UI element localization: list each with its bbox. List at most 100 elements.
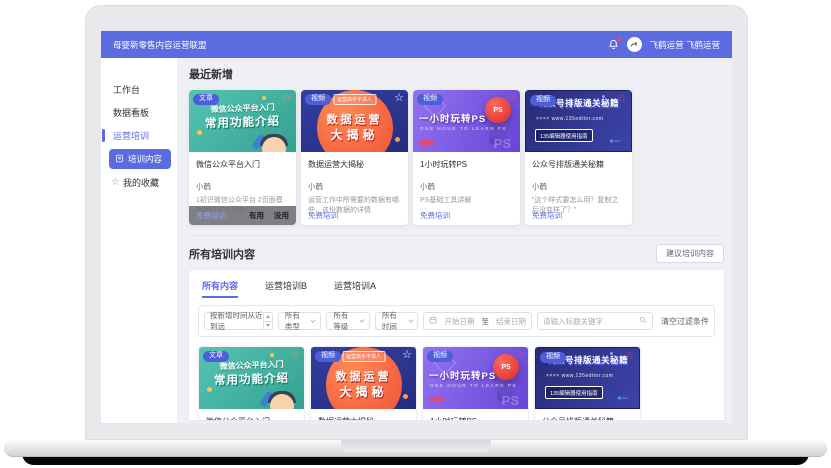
cover-subtitle: 常用功能介绍	[199, 369, 304, 389]
chevron-down-icon	[360, 318, 365, 323]
course-cover: 视频 ☆ 运营高手不求人 数据运营 大揭秘	[311, 347, 416, 409]
favorite-star-icon[interactable]: ☆	[290, 348, 300, 362]
level-select[interactable]: 所有等级	[326, 312, 370, 330]
time-select-value: 所有时间	[382, 310, 402, 332]
sort-spinner[interactable]	[263, 313, 272, 329]
notification-bell-icon[interactable]	[608, 39, 619, 50]
active-indicator	[102, 129, 105, 142]
laptop-mockup: 母婴新零售内容运营联盟 飞鹤运营 飞鹤运营	[0, 0, 831, 468]
tab-training-b[interactable]: 运营培训B	[265, 279, 307, 298]
tab-training-a[interactable]: 运营培训A	[334, 279, 376, 298]
favorite-star-icon[interactable]: ☆	[506, 91, 516, 105]
card-footer-overlay: 免费培训 有用 没用	[189, 206, 296, 225]
course-author: 小鹤	[196, 181, 289, 192]
clear-filters-link[interactable]: 清空过滤条件	[661, 316, 709, 327]
card-body: 1小时玩转PS	[423, 409, 528, 420]
cover-watermark: PS	[502, 393, 519, 408]
training-content-icon	[115, 154, 124, 165]
deco-tag	[429, 397, 444, 402]
user-name[interactable]: 飞鹤运营 飞鹤运营	[650, 39, 720, 51]
course-card[interactable]: 视频 ☆ 运营高手不求人 数据运营 大揭秘	[310, 346, 417, 420]
cover-subtitle: ONE HOUR TO LEARN PS	[430, 383, 517, 388]
course-cover: 视频 ☆ 公众号排版通关秘籍 ×××× www.135editor.com 13…	[525, 90, 632, 152]
cover-title: 数据运营	[311, 368, 416, 384]
card-body: 公众号排版通关秘籍	[535, 409, 640, 420]
sidebar-item-dashboard[interactable]: 数据看板	[101, 101, 177, 124]
course-title: 微信公众平台入门	[196, 159, 289, 170]
favorite-star-icon[interactable]: ☆	[402, 348, 412, 362]
cover-ribbon: 运营高手不求人	[333, 94, 376, 105]
tab-all-content[interactable]: 所有内容	[202, 279, 238, 298]
course-cover: 文章 ☆ 微信公众平台入门 常用功能介绍	[189, 90, 296, 152]
sidebar-item-workbench[interactable]: 工作台	[101, 78, 177, 101]
type-badge: 视频	[315, 351, 341, 362]
sort-select[interactable]: 按新增时间从近到远	[204, 312, 273, 330]
cover-ribbon: 运营高手不求人	[342, 351, 385, 362]
cover-subtitle: 常用功能介绍	[189, 112, 296, 132]
section-divider	[189, 235, 724, 236]
all-section-header: 所有培训内容 建议培训内容	[189, 244, 724, 263]
spinner-up-icon[interactable]	[266, 315, 270, 318]
course-cover: 视频 ☆ 运营高手不求人 数据运营 大揭秘	[301, 90, 408, 152]
course-card[interactable]: 视频 ☆ PS 一小时玩转PS ONE HOUR TO LEARN PS PS	[413, 90, 520, 225]
avatar[interactable]	[627, 37, 642, 52]
course-card[interactable]: 视频 ☆ PS 一小时玩转PS ONE HOUR TO LEARN PS PS	[422, 346, 529, 420]
deco-tag	[419, 140, 434, 145]
search-input[interactable]	[543, 317, 639, 326]
time-select[interactable]: 所有时间	[375, 312, 419, 330]
course-card[interactable]: 文章 ☆ 微信公众平台入门 常用功能介绍	[189, 90, 296, 225]
sidebar-item-training[interactable]: 运营培训	[101, 124, 177, 147]
app-title: 母婴新零售内容运营联盟	[113, 39, 207, 51]
deco-dot	[262, 96, 266, 100]
tab-bar: 所有内容 运营培训B 运营培训A	[198, 279, 715, 298]
course-card[interactable]: 视频 ☆ 公众号排版通关秘籍 ×××× www.135editor.com 13…	[534, 346, 641, 420]
course-title: 公众号排版通关秘籍	[532, 159, 625, 170]
recent-section-title: 最近新增	[189, 66, 724, 82]
suggest-training-button[interactable]: 建议培训内容	[656, 244, 724, 263]
type-select[interactable]: 所有类型	[278, 312, 322, 330]
favorite-star-icon[interactable]: ☆	[514, 348, 524, 362]
card-footer: 免费培训	[301, 206, 408, 225]
chevron-down-icon	[408, 318, 413, 323]
end-date-placeholder: 结束日期	[496, 316, 526, 327]
free-training-label: 免费培训	[196, 210, 226, 221]
notification-dot	[617, 37, 621, 41]
course-card[interactable]: 视频 ☆ 运营高手不求人 数据运营 大揭秘	[301, 90, 408, 225]
course-card[interactable]: 文章 ☆ 微信公众平台入门 常用功能介绍	[198, 346, 305, 420]
deco-dot	[197, 130, 202, 135]
cover-title: 数据运营	[301, 111, 408, 127]
date-range-picker[interactable]: 开始日期 至 结束日期	[423, 312, 532, 330]
recent-card-grid: 文章 ☆ 微信公众平台入门 常用功能介绍	[189, 90, 724, 225]
favorite-star-icon[interactable]: ☆	[617, 92, 627, 106]
type-badge: 视频	[530, 95, 556, 106]
favorite-star-icon[interactable]: ☆	[625, 349, 635, 363]
cover-watermark: PS	[494, 136, 511, 151]
sidebar-item-training-content[interactable]: 培训内容	[109, 149, 171, 169]
cover-title: 一小时玩转PS	[419, 111, 486, 125]
chevron-down-icon	[311, 318, 316, 323]
search-icon[interactable]	[639, 316, 647, 326]
left-arrow-icon: ←	[614, 386, 632, 404]
not-useful-button[interactable]: 没用	[274, 210, 289, 221]
sort-select-value: 按新增时间从近到远	[210, 310, 263, 332]
laptop-screen-bezel: 母婴新零售内容运营联盟 飞鹤运营 飞鹤运营	[85, 5, 748, 440]
free-training-label: 免费培训	[420, 210, 450, 221]
course-title: 公众号排版通关秘籍	[542, 416, 633, 420]
free-training-label: 免费培训	[308, 210, 338, 221]
sidebar-item-favorites[interactable]: ☆ 我的收藏	[101, 171, 177, 194]
cover-tag: 135编辑器使用指南	[545, 386, 603, 399]
spinner-down-icon[interactable]	[266, 324, 270, 327]
sidebar-item-label: 数据看板	[113, 106, 149, 119]
favorite-star-icon[interactable]: ☆	[394, 91, 404, 105]
sidebar-item-label: 培训内容	[128, 153, 162, 165]
laptop-base	[4, 440, 827, 457]
sidebar-item-label: 我的收藏	[123, 176, 159, 189]
favorite-star-icon[interactable]: ☆	[282, 91, 292, 105]
cover-tag: 135编辑器使用指南	[535, 129, 593, 142]
cover-subtitle: 大揭秘	[301, 126, 408, 143]
sidebar: 工作台 数据看板 运营培训 培训内容	[101, 58, 177, 423]
keyword-search[interactable]	[537, 312, 653, 330]
useful-button[interactable]: 有用	[249, 210, 264, 221]
course-card[interactable]: 视频 ☆ 公众号排版通关秘籍 ×××× www.135editor.com 13…	[525, 90, 632, 225]
course-title: 1小时玩转PS	[420, 159, 513, 170]
